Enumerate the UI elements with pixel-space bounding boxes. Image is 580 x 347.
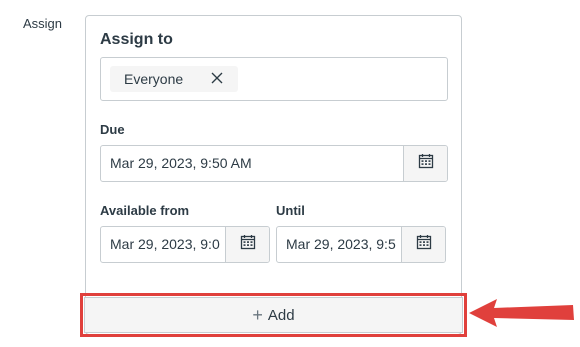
until-field[interactable]: Mar 29, 2023, 9:5 [276, 226, 446, 263]
calendar-icon [416, 234, 432, 255]
add-button-label: Add [267, 306, 295, 324]
available-from-label: Available from [100, 203, 190, 218]
due-date-field[interactable]: Mar 29, 2023, 9:50 AM [100, 145, 448, 182]
available-from-calendar-button[interactable] [225, 227, 269, 262]
close-icon[interactable] [210, 71, 224, 85]
assign-to-title: Assign to [100, 31, 173, 48]
assign-side-label: Assign [23, 16, 63, 31]
calendar-icon [240, 234, 256, 255]
until-calendar-button[interactable] [401, 227, 445, 262]
plus-icon: + [252, 304, 263, 325]
available-from-input[interactable]: Mar 29, 2023, 9:0 [101, 227, 225, 262]
due-calendar-button[interactable] [403, 146, 447, 181]
available-from-field[interactable]: Mar 29, 2023, 9:0 [100, 226, 270, 263]
assign-panel-page: Assign Assign to Everyone Due Mar 29, 20… [0, 0, 580, 347]
due-date-input[interactable]: Mar 29, 2023, 9:50 AM [101, 146, 403, 181]
until-input[interactable]: Mar 29, 2023, 9:5 [277, 227, 401, 262]
assignee-chip-everyone[interactable]: Everyone [110, 66, 238, 92]
assignee-chip-label: Everyone [124, 71, 184, 87]
due-label: Due [100, 122, 125, 137]
arrow-annotation-icon [469, 299, 574, 327]
assign-to-input[interactable]: Everyone [100, 57, 448, 101]
until-label: Until [276, 203, 305, 218]
add-assignment-button[interactable]: + Add [84, 297, 463, 333]
calendar-icon [418, 153, 434, 174]
